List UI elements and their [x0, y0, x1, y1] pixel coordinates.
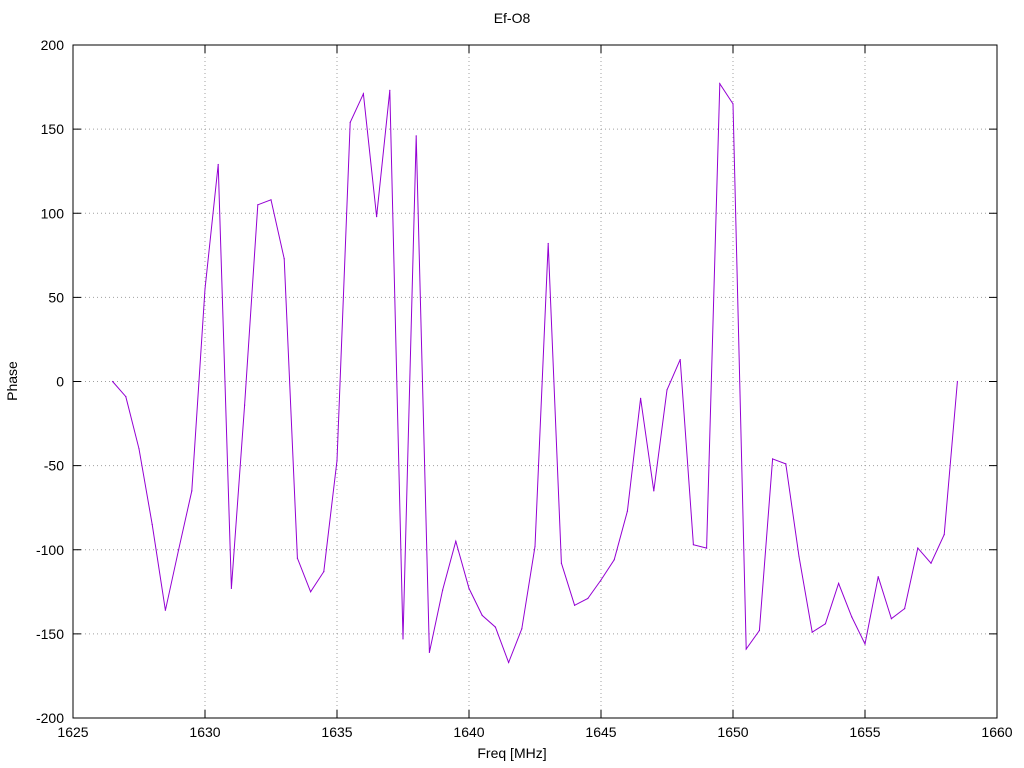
data-point	[521, 628, 523, 630]
data-point	[402, 638, 404, 640]
y-tick-label: 100	[41, 205, 65, 221]
y-tick-label: 50	[48, 289, 64, 305]
tick-labels: 1625 1630 1635 1640 1645 1650 1655 1660 -200 -150…	[36, 37, 1013, 740]
data-point	[547, 242, 549, 245]
line-chart: 1625 1630 1635 1640 1645 1650 1655 1660 -200 -150…	[36, 37, 1013, 740]
data-point	[508, 661, 510, 664]
data-point	[481, 614, 483, 617]
data-point	[613, 559, 615, 561]
series-line	[112, 82, 958, 664]
plot-frame	[72, 44, 998, 719]
data-point	[732, 103, 734, 105]
data-point	[785, 463, 787, 465]
x-tick-label: 1625	[57, 724, 88, 740]
data-point	[679, 359, 681, 361]
x-tick-label: 1635	[321, 724, 352, 740]
data-point	[692, 544, 695, 546]
y-tick-label: 0	[56, 374, 64, 390]
data-point	[468, 587, 470, 590]
x-tick-label: 1655	[849, 724, 880, 740]
data-point	[956, 380, 959, 383]
data-point	[257, 204, 259, 206]
data-point	[719, 83, 721, 85]
data-point	[534, 545, 536, 548]
data-point	[428, 651, 430, 654]
series-group	[112, 82, 959, 664]
data-point	[574, 604, 576, 606]
data-point	[640, 397, 642, 399]
data-point	[415, 135, 417, 137]
data-point	[838, 582, 840, 585]
data-point	[310, 591, 312, 593]
data-point	[455, 540, 457, 542]
data-point	[204, 288, 206, 290]
data-point	[230, 587, 232, 590]
x-tick-label: 1645	[585, 724, 616, 740]
y-tick-label: 200	[41, 37, 65, 53]
data-point	[851, 616, 853, 618]
data-point	[943, 534, 945, 536]
data-point	[798, 555, 800, 558]
data-point	[217, 163, 219, 166]
data-point	[270, 199, 272, 201]
data-point	[125, 396, 127, 398]
data-point	[626, 510, 629, 512]
y-tick-label: 150	[41, 121, 65, 137]
data-point	[824, 623, 827, 625]
data-point	[138, 448, 140, 450]
data-point	[904, 608, 906, 610]
data-point	[890, 618, 893, 620]
data-point	[296, 557, 298, 559]
data-point	[666, 389, 668, 391]
data-point	[600, 579, 602, 581]
data-point	[336, 460, 338, 462]
data-point	[442, 589, 444, 591]
data-point	[112, 380, 114, 383]
data-point	[917, 547, 919, 549]
grid-lines	[73, 45, 997, 718]
data-point	[283, 258, 285, 260]
data-point	[587, 597, 589, 600]
x-tick-label: 1630	[189, 724, 220, 740]
data-point	[877, 576, 879, 578]
data-point	[323, 571, 325, 573]
x-tick-label: 1660	[981, 724, 1012, 740]
data-point	[494, 626, 496, 628]
data-point	[864, 643, 866, 645]
data-point	[389, 89, 391, 91]
data-point	[745, 648, 747, 650]
data-point	[191, 490, 193, 492]
data-point	[930, 562, 932, 564]
x-tick-label: 1650	[717, 724, 748, 740]
x-tick-label: 1640	[453, 724, 484, 740]
y-tick-label: -150	[36, 626, 64, 642]
data-point	[772, 458, 774, 460]
data-point	[244, 404, 246, 406]
data-point	[376, 216, 378, 218]
data-point	[349, 121, 351, 123]
y-tick-label: -50	[44, 458, 64, 474]
data-point	[560, 562, 563, 564]
data-point	[362, 93, 364, 95]
data-point	[653, 490, 655, 492]
y-tick-label: -200	[36, 710, 64, 726]
data-point	[151, 523, 153, 526]
data-point	[706, 547, 708, 549]
y-tick-label: -100	[36, 542, 64, 558]
axis-ticks	[72, 44, 998, 719]
data-point	[811, 631, 813, 633]
data-point	[758, 629, 761, 632]
data-point	[178, 549, 180, 551]
data-point	[164, 609, 166, 611]
